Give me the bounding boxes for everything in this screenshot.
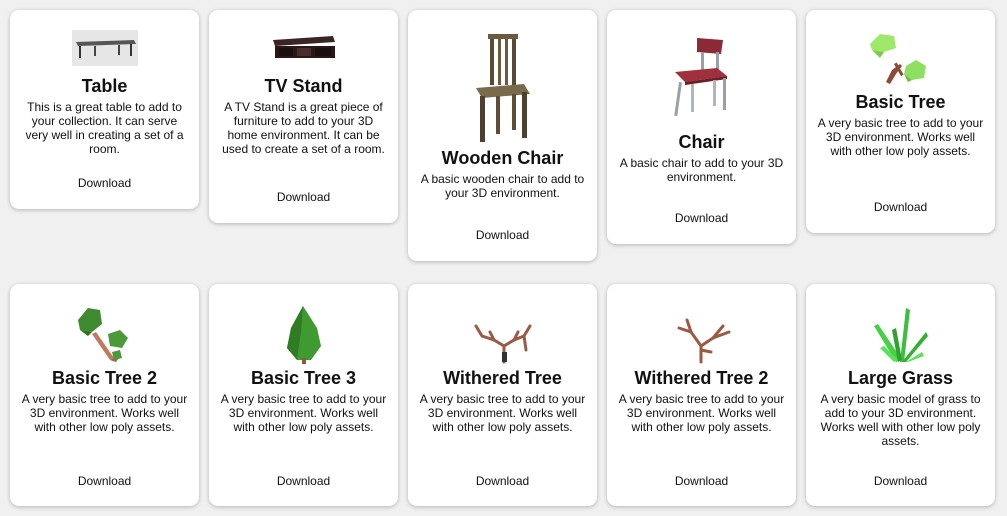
card-title: TV Stand bbox=[264, 76, 343, 96]
card-title: Large Grass bbox=[847, 368, 954, 388]
card-title: Withered Tree bbox=[443, 368, 562, 388]
card-description: A very basic tree to add to your 3D envi… bbox=[419, 392, 586, 434]
card-title: Basic Tree 3 bbox=[250, 368, 357, 388]
basic-tree-icon bbox=[869, 34, 926, 84]
wooden-chair-icon bbox=[475, 34, 530, 142]
download-link[interactable]: Download bbox=[209, 190, 398, 204]
basic-tree-3-icon bbox=[286, 306, 321, 364]
asset-card-basic-tree: Basic Tree A very basic tree to add to y… bbox=[806, 10, 995, 233]
asset-card-tv-stand: TV Stand A TV Stand is a great piece of … bbox=[209, 10, 398, 223]
card-description: A very basic model of grass to add to yo… bbox=[820, 392, 981, 448]
tv-stand-icon bbox=[272, 36, 335, 58]
card-title: Chair bbox=[678, 132, 725, 152]
asset-card-withered-tree-2: Withered Tree 2 A very basic tree to add… bbox=[607, 284, 796, 506]
card-description: A basic chair to add to your 3D environm… bbox=[619, 156, 784, 184]
large-grass-icon bbox=[873, 308, 928, 362]
download-link[interactable]: Download bbox=[209, 474, 398, 488]
asset-card-large-grass: Large Grass A very basic model of grass … bbox=[806, 284, 995, 506]
card-description: This is a great table to add to your col… bbox=[25, 100, 184, 156]
withered-tree-2-icon bbox=[677, 318, 730, 364]
table-icon bbox=[71, 30, 138, 66]
asset-card-table: Table This is a great table to add to yo… bbox=[10, 10, 199, 209]
card-title: Basic Tree bbox=[855, 92, 946, 112]
download-link[interactable]: Download bbox=[10, 176, 199, 190]
chair-icon bbox=[673, 38, 727, 117]
card-title: Withered Tree 2 bbox=[634, 368, 769, 388]
download-link[interactable]: Download bbox=[806, 200, 995, 214]
download-link[interactable]: Download bbox=[806, 474, 995, 488]
asset-card-chair: Chair A basic chair to add to your 3D en… bbox=[607, 10, 796, 244]
card-description: A very basic tree to add to your 3D envi… bbox=[220, 392, 387, 434]
card-title: Basic Tree 2 bbox=[51, 368, 158, 388]
asset-card-wooden-chair: Wooden Chair A basic wooden chair to add… bbox=[408, 10, 597, 261]
download-link[interactable]: Download bbox=[408, 474, 597, 488]
download-link[interactable]: Download bbox=[607, 474, 796, 488]
download-link[interactable]: Download bbox=[10, 474, 199, 488]
card-description: A very basic tree to add to your 3D envi… bbox=[817, 116, 984, 158]
card-description: A TV Stand is a great piece of furniture… bbox=[222, 100, 385, 156]
card-description: A very basic tree to add to your 3D envi… bbox=[21, 392, 188, 434]
asset-card-basic-tree-3: Basic Tree 3 A very basic tree to add to… bbox=[209, 284, 398, 506]
asset-card-basic-tree-2: Basic Tree 2 A very basic tree to add to… bbox=[10, 284, 199, 506]
card-description: A basic wooden chair to add to your 3D e… bbox=[420, 172, 585, 200]
card-title: Wooden Chair bbox=[441, 148, 564, 168]
download-link[interactable]: Download bbox=[408, 228, 597, 242]
card-description: A very basic tree to add to your 3D envi… bbox=[618, 392, 785, 434]
asset-card-withered-tree: Withered Tree A very basic tree to add t… bbox=[408, 284, 597, 506]
card-title: Table bbox=[81, 76, 128, 96]
download-link[interactable]: Download bbox=[607, 211, 796, 225]
withered-tree-icon bbox=[474, 324, 531, 364]
basic-tree-2-icon bbox=[77, 308, 128, 362]
